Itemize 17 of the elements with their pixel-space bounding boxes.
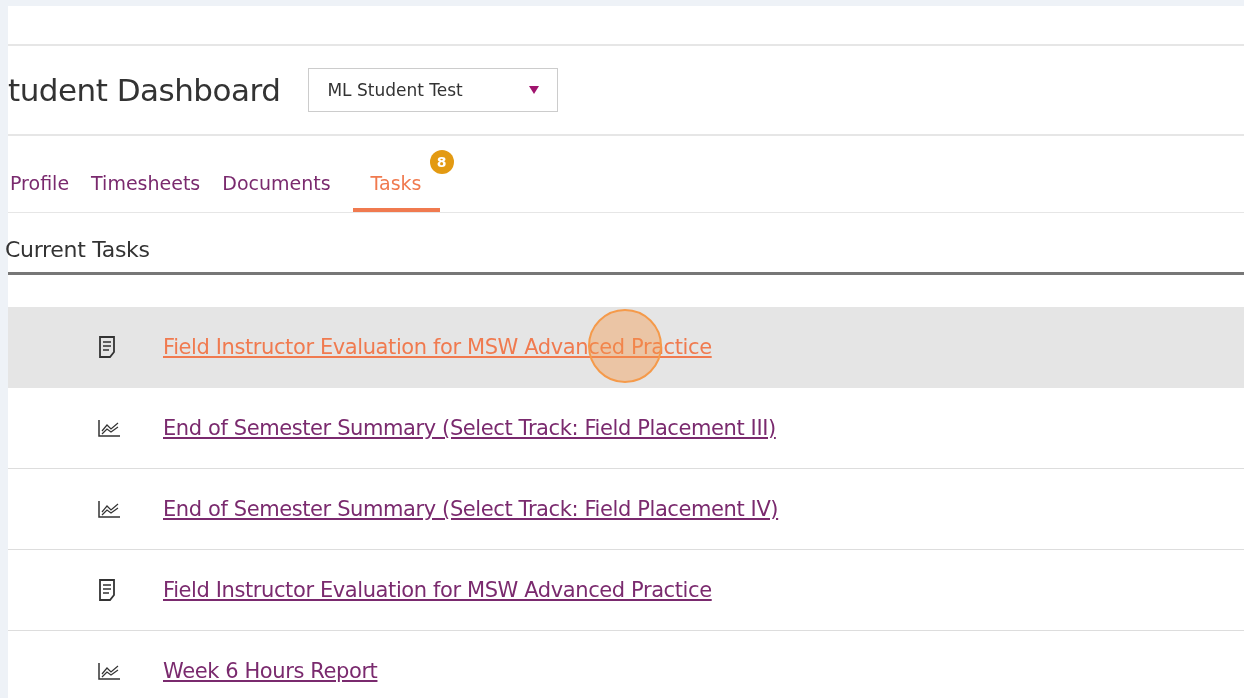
line-chart-icon (98, 500, 120, 518)
task-link[interactable]: End of Semester Summary (Select Track: Field Placement III) (163, 416, 776, 440)
task-link[interactable]: Week 6 Hours Report (163, 659, 378, 683)
tab[interactable]: Profile (10, 172, 70, 212)
caret-icon (529, 86, 540, 94)
document-icon (98, 336, 116, 358)
document-icon (98, 579, 116, 601)
page-title: tudent Dashboard (8, 72, 281, 108)
line-chart-icon (98, 662, 120, 680)
student-select[interactable]: ML Student Test (308, 68, 559, 112)
count-badge: 8 (429, 150, 454, 174)
section-title: Current Tasks (5, 236, 151, 264)
tab[interactable]: Documents (222, 172, 331, 212)
task-link[interactable]: Field Instructor Evaluation for MSW Advanced Practice (163, 578, 712, 602)
line-chart-icon (98, 419, 120, 437)
task-link[interactable]: End of Semester Summary (Select Track: Field Placement IV) (163, 497, 779, 521)
tab[interactable]: Timesheets (91, 172, 201, 212)
